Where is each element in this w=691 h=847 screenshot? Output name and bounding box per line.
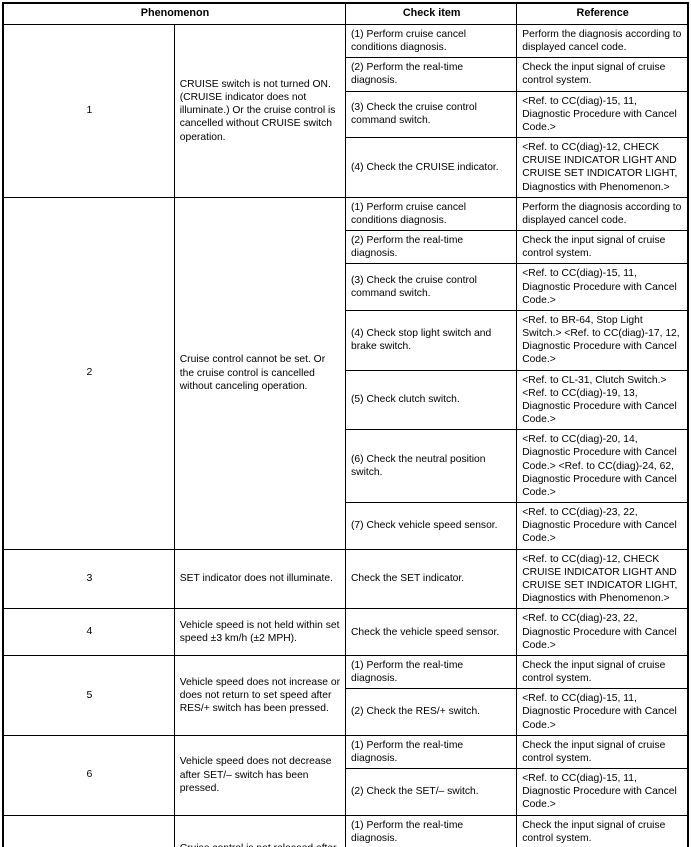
reference-cell: Check the input signal of cruise control… — [516, 654, 689, 690]
column-header-reference: Reference — [516, 2, 689, 25]
reference-cell: <Ref. to CC(diag)-12, CHECK CRUISE INDIC… — [516, 137, 689, 198]
check-item-cell: (3) Check the cruise control command swi… — [344, 90, 518, 139]
reference-cell: <Ref. to CL-31, Clutch Switch.> <Ref. to… — [516, 369, 689, 431]
check-item-cell: Check the SET indicator. — [344, 548, 518, 610]
row-number-cell: 2 — [2, 196, 175, 550]
check-item-cell: (2) Perform the real-time diagnosis. — [344, 230, 518, 265]
column-header-check-item: Check item — [344, 2, 518, 25]
check-item-cell: (2) Check the SET/– switch. — [344, 768, 518, 816]
reference-cell: <Ref. to CC(diag)-15, 11, Diagnostic Pro… — [516, 263, 689, 311]
table-header: Phenomenon Check item Reference — [2, 2, 689, 25]
phenomenon-cell: Vehicle speed does not increase or does … — [173, 654, 347, 736]
reference-cell: Check the input signal of cruise control… — [516, 814, 689, 847]
phenomenon-cell: SET indicator does not illuminate. — [173, 548, 347, 610]
check-item-cell: (2) Perform the real-time diagnosis. — [344, 57, 518, 92]
reference-cell: <Ref. to CC(diag)-15, 11, Diagnostic Pro… — [516, 768, 689, 816]
reference-cell: <Ref. to CC(diag)-15, 11, Diagnostic Pro… — [516, 90, 689, 139]
check-item-cell: (4) Check stop light switch and brake sw… — [344, 309, 518, 371]
check-item-cell: (1) Perform cruise cancel conditions dia… — [344, 23, 518, 59]
phenomenon-cell: Vehicle speed does not decrease after SE… — [173, 734, 347, 816]
table-row: 2 Cruise control cannot be set. Or the cr… — [2, 196, 689, 550]
reference-cell: <Ref. to CC(diag)-20, 14, Diagnostic Pro… — [516, 429, 689, 504]
table-row: 3 SET indicator does not illuminate. Check… — [2, 548, 689, 610]
check-item-cell: Check the vehicle speed sensor. — [344, 608, 518, 656]
table-row: 7Cruise control is not released after CA… — [2, 814, 689, 847]
check-item-cell: (1) Perform the real-time diagnosis. — [344, 654, 518, 690]
phenomenon-cell: Vehicle speed is not held within set spe… — [173, 608, 347, 656]
reference-cell: Check the input signal of cruise control… — [516, 57, 689, 92]
phenomenon-cell: Cruise control cannot be set. Or the cru… — [173, 196, 347, 550]
column-header-phenomenon: Phenomenon — [2, 2, 346, 25]
table-header-row: Phenomenon Check item Reference — [2, 2, 689, 25]
table-row: 1 CRUISE switch is not turned ON. (CRUISE… — [2, 23, 689, 198]
reference-cell: Perform the diagnosis according to displ… — [516, 196, 689, 232]
table-row: 4 Vehicle speed is not held within set sp… — [2, 608, 689, 656]
reference-cell: Check the input signal of cruise control… — [516, 734, 689, 770]
check-item-cell: (5) Check clutch switch. — [344, 369, 518, 431]
row-number-cell: 3 — [2, 548, 175, 610]
check-item-cell: (7) Check vehicle speed sensor. — [344, 502, 518, 550]
row-number-cell: 4 — [2, 608, 175, 656]
reference-cell: <Ref. to CC(diag)-23, 22, Diagnostic Pro… — [516, 502, 689, 550]
table-row: 6 Vehicle speed does not decrease after S… — [2, 734, 689, 816]
table-row: 5 Vehicle speed does not increase or does… — [2, 654, 689, 736]
reference-cell: <Ref. to CC(diag)-12, CHECK CRUISE INDIC… — [516, 548, 689, 610]
check-item-cell: (2) Check the RES/+ switch. — [344, 688, 518, 736]
check-item-cell: (1) Perform the real-time diagnosis. — [344, 814, 518, 847]
reference-cell: <Ref. to CC(diag)-23, 22, Diagnostic Pro… — [516, 608, 689, 656]
row-number-cell: 7 — [2, 814, 175, 847]
check-item-cell: (3) Check the cruise control command swi… — [344, 263, 518, 311]
reference-cell: Perform the diagnosis according to displ… — [516, 23, 689, 59]
phenomenon-cell: Cruise control is not released after CAN… — [173, 814, 347, 847]
check-item-cell: (4) Check the CRUISE indicator. — [344, 137, 518, 198]
phenomenon-cell: CRUISE switch is not turned ON. (CRUISE … — [173, 23, 347, 198]
reference-cell: Check the input signal of cruise control… — [516, 230, 689, 265]
diagnostics-phenomenon-table: Phenomenon Check item Reference 1 CRUISE … — [2, 2, 689, 847]
row-number-cell: 6 — [2, 734, 175, 816]
reference-cell: <Ref. to CC(diag)-15, 11, Diagnostic Pro… — [516, 688, 689, 736]
check-item-cell: (1) Perform the real-time diagnosis. — [344, 734, 518, 770]
table-body: 1 CRUISE switch is not turned ON. (CRUISE… — [2, 23, 689, 847]
check-item-cell: (6) Check the neutral position switch. — [344, 429, 518, 504]
row-number-cell: 1 — [2, 23, 175, 198]
page-root: Phenomenon Check item Reference 1 CRUISE … — [0, 0, 691, 847]
row-number-cell: 5 — [2, 654, 175, 736]
reference-cell: <Ref. to BR-64, Stop Light Switch.> <Ref… — [516, 309, 689, 371]
check-item-cell: (1) Perform cruise cancel conditions dia… — [344, 196, 518, 232]
